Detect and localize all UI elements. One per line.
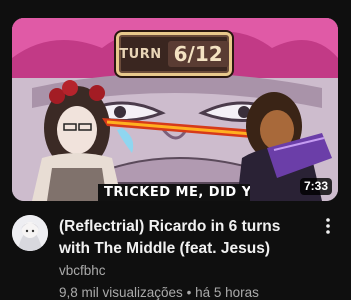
upload-age: há 5 horas <box>195 285 259 300</box>
avatar-image <box>12 215 48 251</box>
channel-name[interactable]: vbcfbhc <box>59 263 106 278</box>
video-card[interactable]: TURN 6/12 TRICKED ME, DID YO 7:33 (Refle… <box>0 0 351 300</box>
channel-avatar[interactable] <box>12 215 48 251</box>
video-title[interactable]: (Reflectrial) Ricardo in 6 turns with Th… <box>59 216 314 260</box>
more-options-button[interactable] <box>318 214 338 238</box>
more-vert-icon <box>326 218 330 234</box>
metadata-separator: • <box>186 285 192 300</box>
video-thumbnail[interactable]: TURN 6/12 TRICKED ME, DID YO 7:33 <box>12 18 338 201</box>
turn-badge: TURN 6/12 <box>116 32 232 76</box>
thumbnail-caption: TRICKED ME, DID YO <box>98 184 250 201</box>
video-metadata: 9,8 mil visualizações • há 5 horas <box>59 285 259 300</box>
turn-value: 6/12 <box>167 41 229 67</box>
duration-badge: 7:33 <box>299 178 332 195</box>
turn-label: TURN <box>119 46 162 62</box>
view-count: 9,8 mil visualizações <box>59 285 183 300</box>
